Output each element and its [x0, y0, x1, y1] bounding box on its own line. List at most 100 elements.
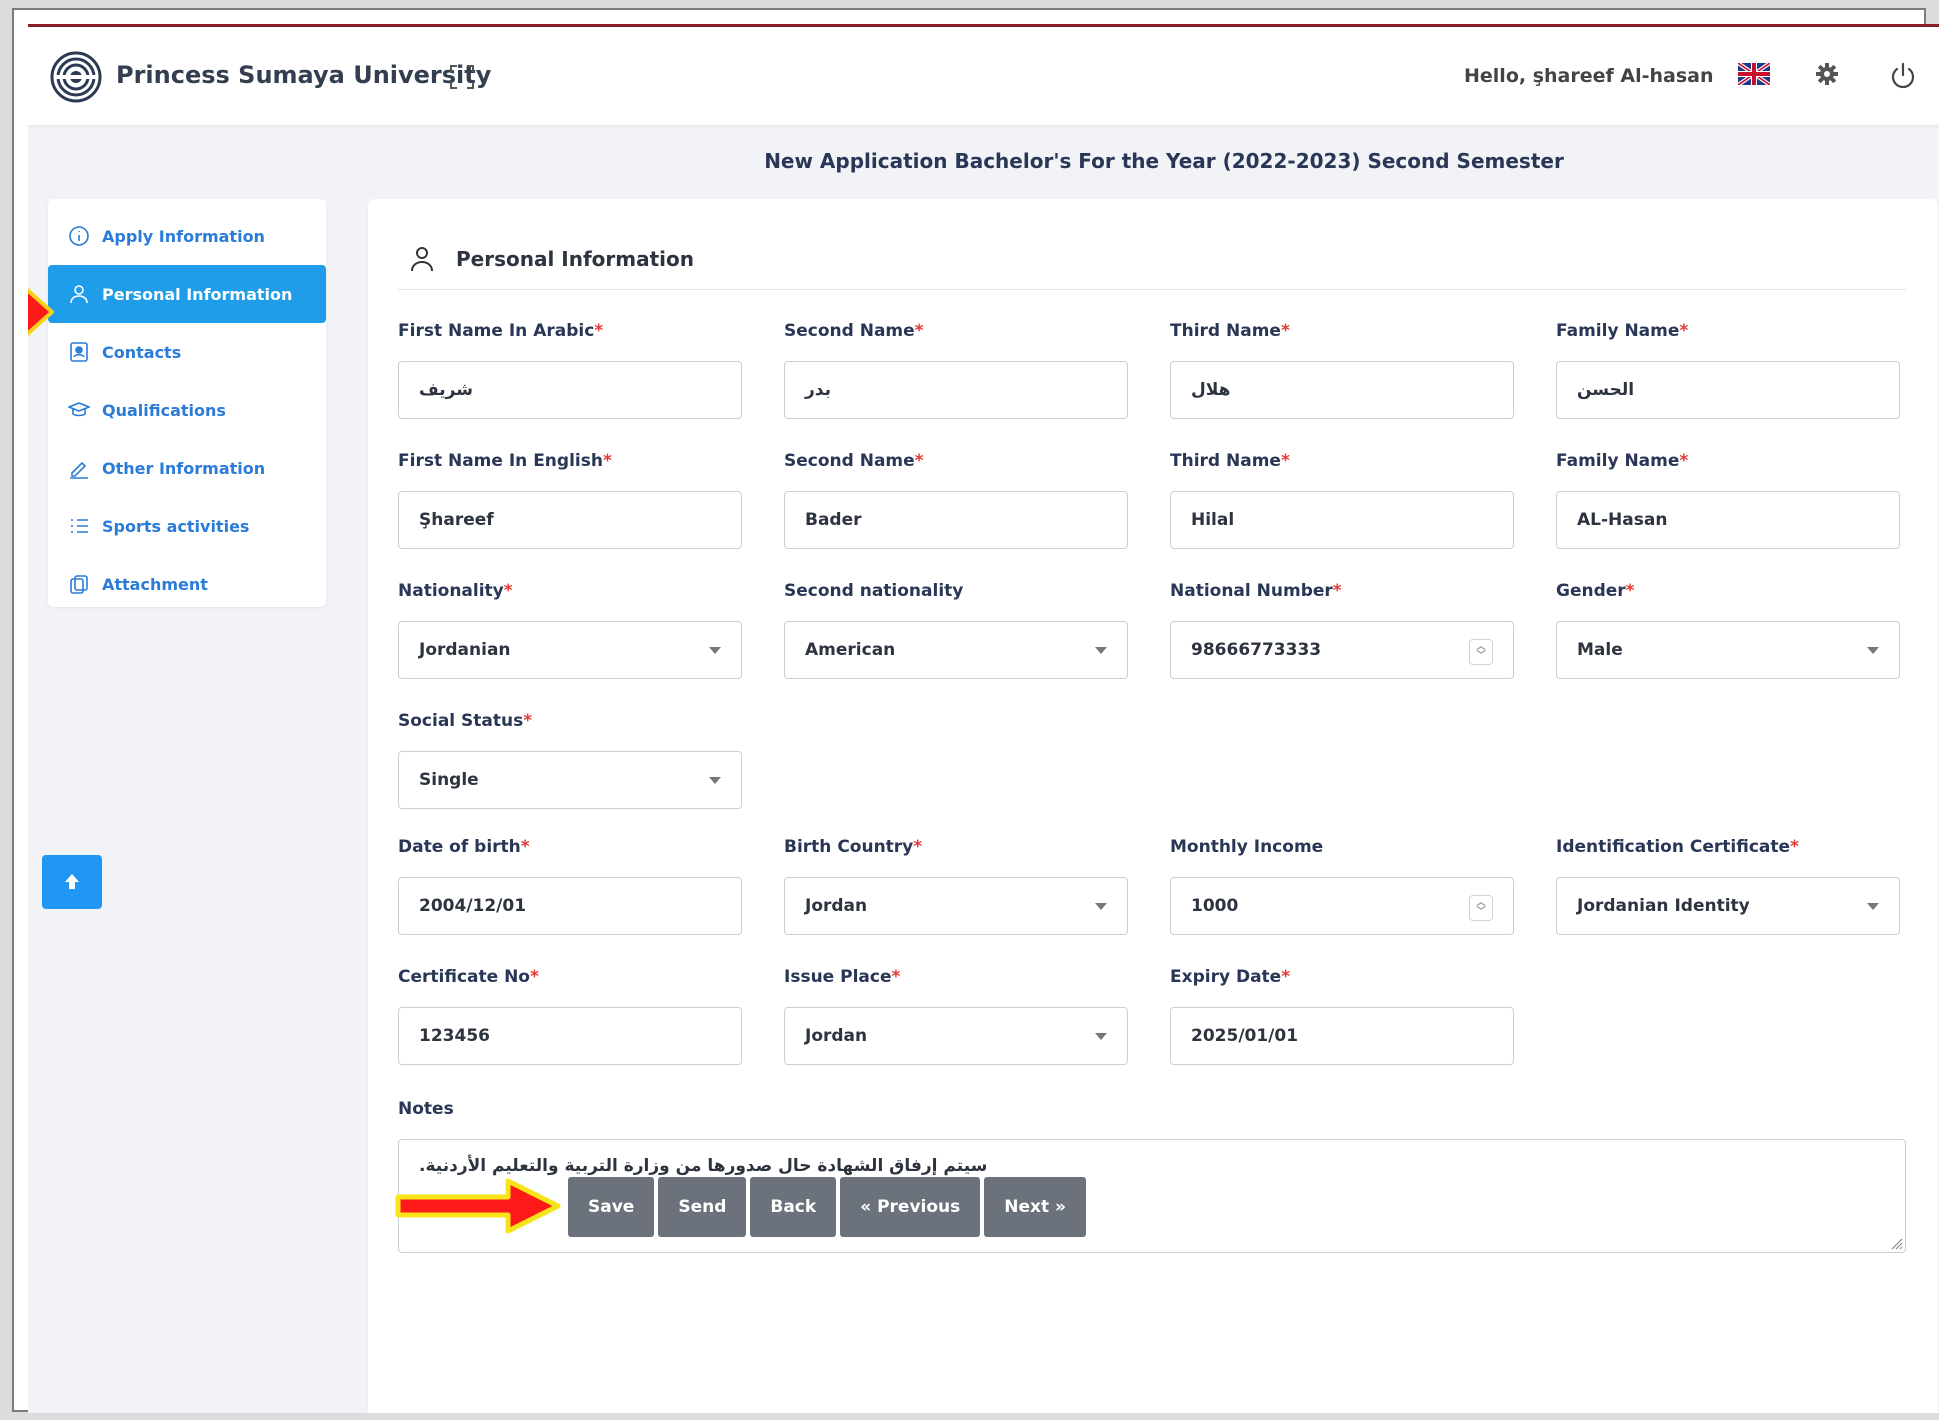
sidebar-item-label: Contacts — [102, 342, 182, 362]
previous-button[interactable]: « Previous — [840, 1177, 981, 1237]
pencil-icon — [70, 461, 88, 479]
third-name-arabic-input[interactable]: هلال — [1170, 361, 1514, 419]
field-label: Second Name* — [784, 451, 924, 471]
section-title: Personal Information — [456, 247, 694, 271]
uk-flag-icon[interactable] — [1738, 63, 1770, 85]
back-button[interactable]: Back — [750, 1177, 837, 1237]
identification-certificate-field: Identification Certificate* Jordanian Id… — [1556, 837, 1900, 935]
second-nationality-field: Second nationality American — [784, 581, 1128, 679]
birth-country-field: Birth Country* Jordan — [784, 837, 1128, 935]
field-label: National Number* — [1170, 581, 1342, 601]
sidebar-item-sports-activities[interactable]: Sports activities — [48, 497, 326, 555]
contact-card-icon — [70, 342, 88, 362]
sidebar-item-label: Qualifications — [102, 400, 226, 420]
list-icon — [71, 519, 88, 533]
notes-value: .سيتم إرفاق الشهادة حال صدورها من وزارة … — [419, 1156, 988, 1176]
first-name-english-input[interactable]: Şhareef — [398, 491, 742, 549]
gear-icon[interactable] — [1814, 61, 1840, 87]
expiry-date-field: Expiry Date* 2025/01/01 — [1170, 967, 1514, 1065]
national-number-value: 98666773333 — [1191, 640, 1322, 660]
certificate-no-input[interactable]: 123456 — [398, 1007, 742, 1065]
user-greeting[interactable]: Hello, şhareef Al-hasan — [1464, 65, 1714, 87]
second-name-arabic-field: Second Name* بدر — [784, 321, 1128, 419]
field-label: Second Name* — [784, 321, 924, 341]
info-icon — [69, 226, 89, 246]
family-name-english-field: Family Name* AL-Hasan — [1556, 451, 1900, 549]
sidebar: Apply Information Personal Information C… — [48, 199, 326, 607]
second-name-english-input[interactable]: Bader — [784, 491, 1128, 549]
first-name-english-field: First Name In English* Şhareef — [398, 451, 742, 549]
monthly-income-value: 1000 — [1191, 896, 1239, 916]
section-header: Personal Information — [398, 229, 1906, 290]
sidebar-item-label: Personal Information — [102, 284, 293, 304]
sidebar-item-label: Other Information — [102, 458, 266, 478]
social-status-field: Social Status* Single — [398, 711, 742, 809]
issue-place-select[interactable]: Jordan — [784, 1007, 1128, 1065]
number-stepper-icon[interactable]: ︿ ﹀ — [1469, 639, 1493, 665]
family-name-english-input[interactable]: AL-Hasan — [1556, 491, 1900, 549]
social-status-select[interactable]: Single — [398, 751, 742, 809]
expand-icon[interactable] — [448, 63, 476, 91]
family-name-arabic-input[interactable]: الحسن — [1556, 361, 1900, 419]
birth-country-select[interactable]: Jordan — [784, 877, 1128, 935]
power-icon[interactable] — [1888, 61, 1918, 91]
issue-place-field: Issue Place* Jordan — [784, 967, 1128, 1065]
second-nationality-select[interactable]: American — [784, 621, 1128, 679]
field-label: Birth Country* — [784, 837, 923, 857]
family-name-arabic-field: Family Name* الحسن — [1556, 321, 1900, 419]
field-label: Family Name* — [1556, 451, 1689, 471]
field-label: First Name In Arabic* — [398, 321, 604, 341]
app-window: Princess Sumaya University Hello, şharee… — [28, 24, 1939, 1413]
send-button[interactable]: Send — [658, 1177, 747, 1237]
copy-icon — [70, 575, 88, 594]
graduation-cap-icon — [68, 402, 90, 417]
first-name-arabic-input[interactable]: شريف — [398, 361, 742, 419]
resize-handle-icon[interactable] — [1889, 1236, 1903, 1250]
next-button[interactable]: Next » — [984, 1177, 1087, 1237]
date-of-birth-input[interactable]: 2004/12/01 — [398, 877, 742, 935]
university-logo-icon[interactable] — [50, 51, 102, 103]
third-name-arabic-field: Third Name* هلال — [1170, 321, 1514, 419]
field-label: Social Status* — [398, 711, 533, 731]
sidebar-item-qualifications[interactable]: Qualifications — [48, 381, 326, 439]
field-label: First Name In English* — [398, 451, 612, 471]
national-number-input[interactable]: 98666773333 ︿ ﹀ — [1170, 621, 1514, 679]
monthly-income-input[interactable]: 1000 ︿ ﹀ — [1170, 877, 1514, 935]
sidebar-item-apply-information[interactable]: Apply Information — [48, 207, 326, 265]
nationality-select[interactable]: Jordanian — [398, 621, 742, 679]
university-name[interactable]: Princess Sumaya University — [116, 61, 491, 89]
gender-field: Gender* Male — [1556, 581, 1900, 679]
user-icon — [411, 247, 433, 272]
form-actions: Save Send Back « Previous Next » — [568, 1177, 1087, 1237]
field-label: Monthly Income — [1170, 837, 1324, 857]
top-bar: Princess Sumaya University Hello, şharee… — [28, 27, 1939, 125]
number-stepper-icon[interactable]: ︿ ﹀ — [1469, 895, 1493, 921]
sidebar-item-contacts[interactable]: Contacts — [48, 323, 326, 381]
sidebar-item-label: Apply Information — [102, 226, 265, 246]
second-name-english-field: Second Name* Bader — [784, 451, 1128, 549]
field-label: Issue Place* — [784, 967, 901, 987]
gender-select[interactable]: Male — [1556, 621, 1900, 679]
field-label: Expiry Date* — [1170, 967, 1291, 987]
sidebar-item-label: Attachment — [102, 574, 208, 594]
annotation-arrow-icon — [28, 287, 54, 337]
identification-certificate-select[interactable]: Jordanian Identity — [1556, 877, 1900, 935]
nationality-field: Nationality* Jordanian — [398, 581, 742, 679]
user-icon — [70, 285, 88, 304]
field-label: Gender* — [1556, 581, 1635, 601]
sidebar-item-personal-information[interactable]: Personal Information — [48, 265, 326, 323]
scroll-to-top-button[interactable] — [42, 855, 102, 909]
field-label: Notes — [398, 1099, 454, 1119]
sidebar-item-attachment[interactable]: Attachment — [48, 555, 326, 613]
expiry-date-input[interactable]: 2025/01/01 — [1170, 1007, 1514, 1065]
third-name-english-input[interactable]: Hilal — [1170, 491, 1514, 549]
national-number-field: National Number* 98666773333 ︿ ﹀ — [1170, 581, 1514, 679]
first-name-arabic-field: First Name In Arabic* شريف — [398, 321, 742, 419]
sidebar-item-other-information[interactable]: Other Information — [48, 439, 326, 497]
third-name-english-field: Third Name* Hilal — [1170, 451, 1514, 549]
second-name-arabic-input[interactable]: بدر — [784, 361, 1128, 419]
save-button[interactable]: Save — [568, 1177, 655, 1237]
field-label: Nationality* — [398, 581, 513, 601]
date-of-birth-field: Date of birth* 2004/12/01 — [398, 837, 742, 935]
field-label: Date of birth* — [398, 837, 530, 857]
